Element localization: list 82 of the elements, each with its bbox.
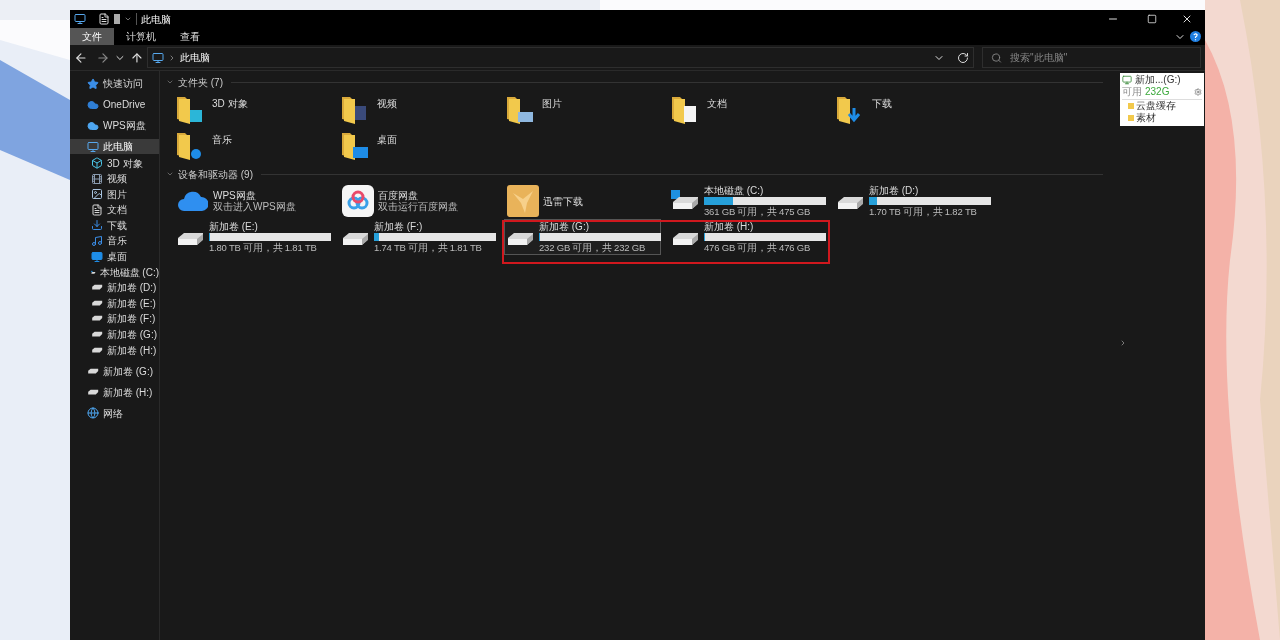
panel-folder-item[interactable]: 云盘缓存 <box>1122 100 1202 112</box>
panel-free-value: 232G <box>1145 86 1170 98</box>
expand-panel-icon[interactable] <box>1119 339 1127 347</box>
drive-item[interactable]: 新加卷 (H:) 476 GB 可用，共 476 GB <box>669 219 826 255</box>
ribbon-tab[interactable]: 文件 <box>70 28 114 45</box>
search-field[interactable]: 搜索"此电脑" <box>982 47 1201 68</box>
help-icon[interactable] <box>1190 31 1201 42</box>
network-icon <box>87 407 99 420</box>
drive-item[interactable]: WPS网盘 双击进入WPS网盘 <box>176 183 333 219</box>
folder-item[interactable]: 音乐 <box>176 127 341 163</box>
star-icon <box>87 77 99 90</box>
address-path: 此电脑 <box>180 51 211 65</box>
search-icon <box>991 51 1003 64</box>
sidebar-item[interactable]: 3D 对象 <box>70 155 159 171</box>
sidebar-item[interactable]: 新加卷 (E:) <box>70 295 159 311</box>
folder-item[interactable]: 桌面 <box>341 127 506 163</box>
sidebar-item[interactable]: 此电脑 <box>70 139 159 154</box>
download-icon <box>91 219 103 232</box>
cube-icon <box>91 157 103 169</box>
cloud-icon <box>87 98 99 111</box>
sidebar-item[interactable]: 图片 <box>70 186 159 202</box>
sidebar-item[interactable]: 新加卷 (H:) <box>70 384 159 400</box>
window-title: 此电脑 <box>141 12 171 27</box>
collapse-icon[interactable] <box>166 170 174 178</box>
address-bar[interactable]: 此电脑 <box>147 47 975 68</box>
image-icon <box>91 188 103 201</box>
folder-item[interactable]: 下载 <box>836 91 1001 127</box>
folder-item[interactable]: 3D 对象 <box>176 91 341 127</box>
properties-icon[interactable] <box>98 13 110 25</box>
search-input[interactable]: 搜索"此电脑" <box>1010 50 1192 65</box>
panel-free-label: 可用 <box>1122 86 1142 98</box>
caret-icon[interactable] <box>124 15 132 23</box>
panel-drive-name: 新加...(G:) <box>1135 74 1181 86</box>
maximize-icon[interactable] <box>1147 14 1157 24</box>
sidebar-item[interactable]: 网络 <box>70 405 159 421</box>
sidebar-item[interactable]: OneDrive <box>70 97 159 112</box>
folder-item[interactable]: 文档 <box>671 91 836 127</box>
film-icon <box>91 172 103 185</box>
ribbon-tab[interactable]: 计算机 <box>114 28 168 45</box>
sidebar-item[interactable]: 音乐 <box>70 233 159 249</box>
sidebar-item[interactable]: WPS网盘 <box>70 118 159 133</box>
app-icon <box>507 185 539 217</box>
drive-item[interactable]: 新加卷 (D:) 1.70 TB 可用，共 1.82 TB <box>834 183 991 219</box>
app-icon <box>342 185 374 217</box>
settings-icon[interactable] <box>1194 88 1202 96</box>
sidebar-item[interactable]: 新加卷 (D:) <box>70 280 159 296</box>
collapse-icon[interactable] <box>166 78 174 86</box>
cloud-icon <box>87 119 99 132</box>
close-icon[interactable] <box>1181 13 1193 25</box>
sidebar-item[interactable]: 快速访问 <box>70 76 159 91</box>
music-icon <box>91 234 103 247</box>
sidebar-item[interactable]: 新加卷 (G:) <box>70 327 159 343</box>
desktop-icon <box>91 250 103 263</box>
folder-item[interactable]: 视频 <box>341 91 506 127</box>
up-icon[interactable] <box>129 50 144 65</box>
document-icon <box>91 203 103 216</box>
drive-item[interactable]: 新加卷 (E:) 1.80 TB 可用，共 1.81 TB <box>174 219 331 255</box>
refresh-icon[interactable] <box>957 51 970 64</box>
panel-folder-item[interactable]: 素材 <box>1122 112 1202 124</box>
drive-item[interactable]: 百度网盘 双击运行百度网盘 <box>341 183 498 219</box>
drive-item[interactable]: 迅雷下载 <box>506 183 663 219</box>
section-heading: 文件夹 (7) <box>178 75 223 90</box>
sidebar-item[interactable]: 新加卷 (G:) <box>70 363 159 379</box>
back-icon[interactable] <box>74 50 88 65</box>
sidebar-item[interactable]: 视频 <box>70 171 159 187</box>
computer-icon <box>152 51 165 64</box>
forward-icon[interactable] <box>95 50 110 65</box>
sidebar-item[interactable]: 下载 <box>70 217 159 233</box>
computer-icon <box>87 140 99 153</box>
section-heading: 设备和驱动器 (9) <box>178 167 253 182</box>
sidebar-item[interactable]: 新加卷 (F:) <box>70 311 159 327</box>
computer-icon <box>74 13 86 25</box>
sidebar-item[interactable]: 文档 <box>70 202 159 218</box>
sidebar-item[interactable]: 本地磁盘 (C:) <box>70 264 159 280</box>
drive-item[interactable]: 新加卷 (F:) 1.74 TB 可用，共 1.81 TB <box>339 219 496 255</box>
ribbon-tab[interactable]: 查看 <box>168 28 212 45</box>
folder-item[interactable]: 图片 <box>506 91 671 127</box>
sidebar-item[interactable]: 桌面 <box>70 249 159 265</box>
drive-item[interactable]: 新加卷 (G:) 232 GB 可用，共 232 GB <box>504 219 661 255</box>
cloud-icon <box>178 191 208 211</box>
sidebar-item[interactable]: 新加卷 (H:) <box>70 342 159 358</box>
drive-item[interactable]: 本地磁盘 (C:) 361 GB 可用，共 475 GB <box>669 183 826 219</box>
